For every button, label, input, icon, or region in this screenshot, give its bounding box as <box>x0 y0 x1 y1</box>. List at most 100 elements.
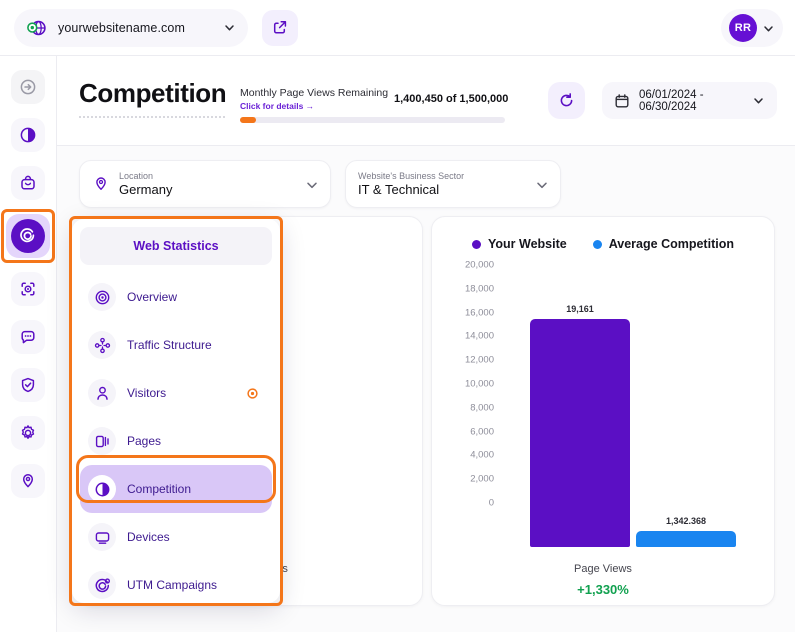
pie-chart-icon <box>19 126 37 144</box>
filter-business-sector[interactable]: Website's Business Sector IT & Technical <box>345 160 561 208</box>
chevron-down-icon[interactable] <box>762 22 775 35</box>
menu-item-label: Overview <box>127 290 177 304</box>
menu-item-overview[interactable]: Overview <box>80 273 272 321</box>
map-pin-icon <box>19 472 37 490</box>
y-axis-tick: 14,000 <box>465 331 494 342</box>
chevron-down-icon[interactable] <box>305 178 318 191</box>
y-axis-tick: 18,000 <box>465 283 494 294</box>
campaign-icon <box>88 571 116 599</box>
filter-sector-value: IT & Technical <box>358 182 535 198</box>
menu-item-label: UTM Campaigns <box>127 578 217 592</box>
target-icon <box>88 283 116 311</box>
quota-progress-bar <box>240 117 505 123</box>
chart-bar[interactable] <box>636 531 736 547</box>
refresh-button[interactable] <box>548 82 585 119</box>
menu-item-competition[interactable]: Competition <box>80 465 272 513</box>
radar-icon <box>18 226 38 246</box>
open-site-button[interactable] <box>262 10 298 46</box>
chart-card-page-views: Your Website Average Competition 20,0001… <box>431 216 775 606</box>
chevron-down-icon[interactable] <box>752 94 765 107</box>
sidebar-item-locations[interactable] <box>11 464 45 498</box>
date-range-label: 06/01/2024 - 06/30/2024 <box>639 89 743 113</box>
app-root: yourwebsitename.com RR <box>0 0 795 632</box>
filter-location-label: Location <box>119 170 305 182</box>
monitor-icon <box>88 523 116 551</box>
y-axis-tick: 20,000 <box>465 260 494 271</box>
nodes-icon <box>88 331 116 359</box>
sidebar-item-security[interactable] <box>11 368 45 402</box>
sidebar-item-analytics[interactable] <box>11 118 45 152</box>
left-rail <box>0 56 57 632</box>
menu-item-label: Traffic Structure <box>127 338 212 352</box>
filter-row: Location Germany Website's Business Sect… <box>57 146 795 216</box>
quota-value: 1,400,450 of 1,500,000 <box>394 93 508 105</box>
avatar: RR <box>729 14 757 42</box>
gear-icon <box>19 424 37 442</box>
target-scan-icon <box>19 280 37 298</box>
menu-item-label: Pages <box>127 434 161 448</box>
chart-bar-value-label: 1,342.368 <box>666 516 706 526</box>
sidebar-active-indicator <box>11 219 45 253</box>
page-title: Competition <box>79 78 226 109</box>
menu-item-label: Competition <box>127 482 191 496</box>
chart-plot-page-views: 20,000 18,000 16,000 14,000 12,000 10,000 8,00… <box>432 217 774 605</box>
external-link-icon <box>272 19 289 36</box>
menu-item-label: Devices <box>127 530 170 544</box>
menu-item-devices[interactable]: Devices <box>80 513 272 561</box>
filter-location[interactable]: Location Germany <box>79 160 331 208</box>
date-range-selector[interactable]: 06/01/2024 - 06/30/2024 <box>602 82 777 119</box>
site-selector[interactable]: yourwebsitename.com <box>14 9 248 47</box>
page-title-underline <box>79 116 225 118</box>
menu-item-utm-campaigns[interactable]: UTM Campaigns <box>80 561 272 603</box>
y-axis-tick: 2,000 <box>470 474 494 485</box>
chart-bars: 19,1611,342.368 <box>506 309 766 547</box>
web-statistics-menu: Web Statistics Overview Traffic Structure… <box>72 219 280 603</box>
menu-item-visitors[interactable]: Visitors <box>80 369 272 417</box>
y-axis-tick: 12,000 <box>465 355 494 366</box>
chevron-down-icon[interactable] <box>535 178 548 191</box>
menu-title: Web Statistics <box>80 227 272 265</box>
y-axis-tick: 10,000 <box>465 379 494 390</box>
sidebar-item-shop[interactable] <box>11 166 45 200</box>
briefcase-icon <box>19 174 37 192</box>
refresh-icon <box>558 92 575 109</box>
y-axis-tick: 0 <box>489 498 494 509</box>
menu-item-traffic-structure[interactable]: Traffic Structure <box>80 321 272 369</box>
top-bar: yourwebsitename.com RR <box>0 0 795 56</box>
filter-sector-label: Website's Business Sector <box>358 170 535 182</box>
menu-item-badge-icon <box>247 388 258 399</box>
filter-location-body: Location Germany <box>119 170 305 198</box>
y-axis-tick: 8,000 <box>470 402 494 413</box>
shield-check-icon <box>19 376 37 394</box>
sidebar-item-settings[interactable] <box>11 416 45 450</box>
menu-item-label: Visitors <box>127 386 166 400</box>
y-axis-tick: 6,000 <box>470 426 494 437</box>
user-menu[interactable]: RR <box>721 9 783 47</box>
filter-sector-body: Website's Business Sector IT & Technical <box>358 170 535 198</box>
site-name-label: yourwebsitename.com <box>58 21 223 35</box>
y-axis-tick: 4,000 <box>470 450 494 461</box>
chart-y-axis: 20,00018,00016,00014,00012,00010,0008,00… <box>446 265 494 503</box>
globe-icon <box>26 17 48 39</box>
quota-progress-fill <box>240 117 256 123</box>
sidebar-item-web-statistics[interactable] <box>6 214 50 258</box>
page-header: Competition Monthly Page Views Remaining… <box>57 56 795 146</box>
chart-bar[interactable] <box>530 319 630 547</box>
chevron-down-icon[interactable] <box>223 21 236 34</box>
chat-bubble-icon <box>19 328 37 346</box>
half-circle-icon <box>88 475 116 503</box>
dashboard-arrow-icon <box>19 78 37 96</box>
menu-item-pages[interactable]: Pages <box>80 417 272 465</box>
map-pin-icon <box>92 175 110 193</box>
sidebar-item-dashboard[interactable] <box>11 70 45 104</box>
pages-icon <box>88 427 116 455</box>
sidebar-item-seo[interactable] <box>11 272 45 306</box>
sidebar-item-messages[interactable] <box>11 320 45 354</box>
filter-location-value: Germany <box>119 182 305 198</box>
y-axis-tick: 16,000 <box>465 307 494 318</box>
user-icon <box>88 379 116 407</box>
chart-bar-value-label: 19,161 <box>566 304 594 314</box>
menu-items: Overview Traffic Structure Visitors Pages Co… <box>72 273 280 603</box>
calendar-icon <box>614 93 630 109</box>
chart-x-label: Page Views <box>432 563 774 575</box>
